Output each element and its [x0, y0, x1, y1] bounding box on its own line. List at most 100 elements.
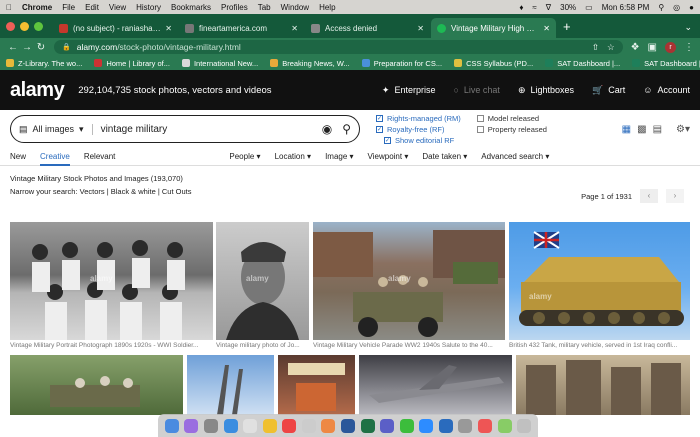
menu-profiles[interactable]: Profiles	[221, 3, 248, 12]
bookmark-star-icon[interactable]: ☆	[607, 42, 615, 53]
forward-arrow-icon[interactable]: →	[20, 42, 34, 53]
image-thumbnail[interactable]	[10, 355, 183, 415]
image-thumbnail[interactable]	[278, 355, 355, 415]
menu-window[interactable]: Window	[281, 3, 309, 12]
model-released-checkbox[interactable]: Model released	[476, 114, 547, 123]
mosaic-view-icon[interactable]: ▩	[637, 124, 646, 135]
live-chat-link[interactable]: ○ Live chat	[453, 85, 499, 95]
bookmark-item[interactable]: CSS Syllabus (PD...	[454, 59, 533, 68]
menu-tab[interactable]: Tab	[258, 3, 271, 12]
image-caption[interactable]: Vintage Military Vehicle Parade WW2 1940…	[313, 342, 505, 349]
image-thumbnail[interactable]	[359, 355, 512, 415]
system-preferences-icon[interactable]	[458, 418, 473, 433]
apple-icon[interactable]: 	[6, 3, 12, 12]
bookmark-item[interactable]: SAT Dashboard |...	[545, 59, 620, 68]
finder-icon[interactable]	[164, 418, 179, 433]
menu-edit[interactable]: Edit	[85, 3, 99, 12]
location-filter-dropdown[interactable]: Location ▾	[275, 152, 312, 161]
share-icon[interactable]: ⇧	[592, 42, 599, 53]
tab-alamy[interactable]: Vintage Military High Resolutio ✕	[431, 18, 556, 38]
more-menu-icon[interactable]: ⋮	[684, 42, 694, 53]
menu-bookmarks[interactable]: Bookmarks	[171, 3, 211, 12]
back-arrow-icon[interactable]: ←	[6, 42, 20, 53]
music-icon[interactable]	[478, 418, 493, 433]
chrome-icon[interactable]	[282, 418, 297, 433]
sidepanel-icon[interactable]: ▣	[648, 42, 657, 53]
android-icon[interactable]	[497, 418, 512, 433]
camera-search-icon[interactable]: ◉	[322, 122, 332, 136]
image-caption[interactable]: Vintage Military Portrait Photograph 189…	[10, 342, 213, 349]
bookmark-item[interactable]: International New...	[181, 59, 258, 68]
show-editorial-checkbox[interactable]: ✓ Show editorial RF	[376, 136, 461, 145]
close-tab-icon[interactable]: ✕	[291, 24, 298, 33]
image-thumbnail[interactable]: alamy	[216, 222, 309, 340]
bookmark-item[interactable]: Preparation for CS...	[361, 59, 442, 68]
teams-icon[interactable]	[380, 418, 395, 433]
menu-history[interactable]: History	[136, 3, 161, 12]
property-released-checkbox[interactable]: Property released	[476, 125, 547, 134]
close-tab-icon[interactable]: ✕	[417, 24, 424, 33]
narrow-links[interactable]: Vectors | Black & white | Cut Outs	[80, 187, 192, 196]
battery-percent[interactable]: 30%	[560, 3, 576, 12]
wifi-icon[interactable]: ≈	[532, 3, 536, 12]
bookmark-item[interactable]: Z-Library. The wo...	[6, 59, 82, 68]
word-icon[interactable]	[340, 418, 355, 433]
image-thumbnail[interactable]: alamy	[313, 222, 505, 340]
image-type-select[interactable]: ▤ All images ▾	[19, 123, 93, 135]
lightboxes-link[interactable]: ⊕ Lightboxes	[518, 85, 574, 96]
safari-icon[interactable]	[223, 418, 238, 433]
spotlight-icon[interactable]: ⚲	[658, 3, 664, 12]
close-window-button[interactable]	[6, 21, 15, 31]
settings-gear-icon[interactable]: ⚙▾	[676, 124, 690, 135]
next-page-button[interactable]: ›	[666, 189, 684, 203]
preview-icon[interactable]	[301, 418, 316, 433]
menu-view[interactable]: View	[109, 3, 126, 12]
battery-icon[interactable]: ▭	[585, 3, 593, 12]
bookmark-item[interactable]: Breaking News, W...	[270, 59, 350, 68]
notes-icon[interactable]	[262, 418, 277, 433]
extensions-puzzle-icon[interactable]: ❖	[631, 42, 640, 53]
siri-icon[interactable]	[184, 418, 199, 433]
royalty-free-checkbox[interactable]: ✓ Royalty-free (RF)	[376, 125, 461, 134]
control-center-icon[interactable]: ◎	[673, 3, 680, 12]
list-view-icon[interactable]: ▤	[653, 124, 662, 135]
minimize-window-button[interactable]	[20, 21, 29, 31]
image-caption[interactable]: Vintage military photo of Jo...	[216, 342, 309, 349]
tab-search-chevron-icon[interactable]: ⌄	[684, 18, 700, 38]
launchpad-icon[interactable]	[203, 418, 218, 433]
tab-access-denied[interactable]: Access denied ✕	[305, 18, 430, 38]
sort-tab-new[interactable]: New	[10, 148, 26, 166]
advanced-search-dropdown[interactable]: Advanced search ▾	[481, 152, 549, 161]
dropbox-icon[interactable]: ♦	[519, 3, 523, 12]
image-thumbnail[interactable]: alamy	[10, 222, 213, 340]
siri-icon[interactable]: ●	[689, 3, 694, 12]
menu-help[interactable]: Help	[319, 3, 335, 12]
image-thumbnail[interactable]	[187, 355, 274, 415]
profile-avatar[interactable]: r	[665, 41, 676, 53]
zoom-window-button[interactable]	[34, 21, 43, 31]
menu-file[interactable]: File	[62, 3, 75, 12]
viewpoint-filter-dropdown[interactable]: Viewpoint ▾	[368, 152, 409, 161]
image-filter-dropdown[interactable]: Image ▾	[325, 152, 353, 161]
app-store-icon[interactable]	[438, 418, 453, 433]
cart-link[interactable]: 🛒 Cart	[592, 85, 625, 96]
photos-icon[interactable]	[321, 418, 336, 433]
sort-tab-relevant[interactable]: Relevant	[84, 148, 116, 166]
excel-icon[interactable]	[360, 418, 375, 433]
tab-gmail[interactable]: (no subject) - raniashahid09@ ✕	[53, 18, 178, 38]
grid-view-icon[interactable]: ▦	[622, 124, 631, 135]
image-thumbnail[interactable]	[516, 355, 690, 415]
url-bar[interactable]: 🔒 alamy.com/stock-photo/vintage-military…	[54, 40, 623, 54]
prev-page-button[interactable]: ‹	[640, 189, 658, 203]
clock[interactable]: Mon 6:58 PM	[602, 3, 650, 12]
sort-tab-creative[interactable]: Creative	[40, 148, 70, 166]
bookmark-item[interactable]: SAT Dashboard |...	[632, 59, 700, 68]
new-tab-button[interactable]: +	[563, 18, 571, 38]
reload-icon[interactable]: ↻	[34, 42, 48, 53]
search-input[interactable]: vintage military	[101, 124, 312, 135]
trash-icon[interactable]	[517, 418, 532, 433]
image-thumbnail[interactable]: alamy	[509, 222, 690, 340]
search-icon[interactable]: ⚲	[342, 122, 351, 136]
calendar-icon[interactable]	[243, 418, 258, 433]
rights-managed-checkbox[interactable]: ✓ Rights-managed (RM)	[376, 114, 461, 123]
